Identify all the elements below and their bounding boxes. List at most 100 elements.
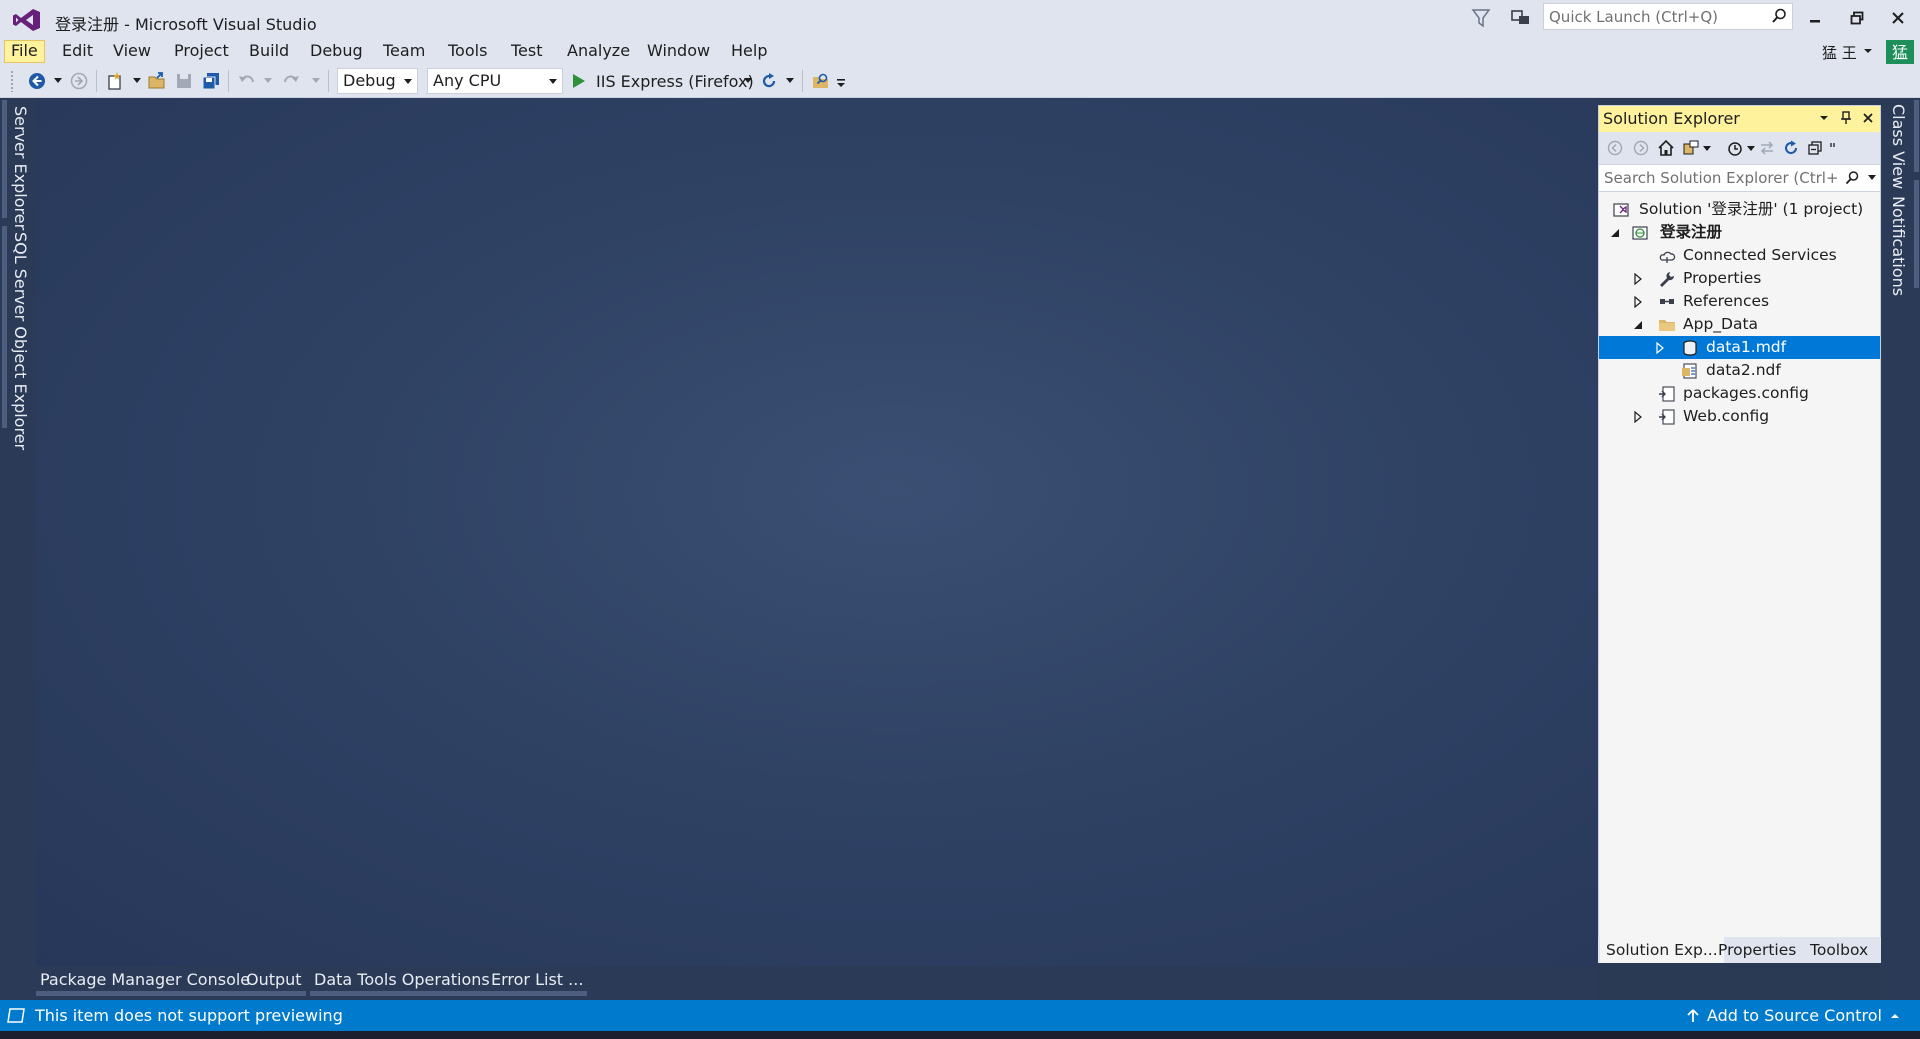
menu-build[interactable]: Build xyxy=(243,40,295,63)
menu-test[interactable]: Test xyxy=(505,40,549,63)
collapsed-triangle-icon[interactable] xyxy=(1632,296,1644,308)
solution-explorer-header[interactable]: Solution Explorer xyxy=(1599,106,1880,132)
new-project-button[interactable] xyxy=(104,70,126,92)
tab-output[interactable]: Output xyxy=(242,968,306,996)
solution-explorer-search[interactable] xyxy=(1599,164,1880,192)
se-pending-changes-filter-button[interactable] xyxy=(1725,139,1745,157)
quick-launch[interactable] xyxy=(1543,3,1793,30)
collapsed-triangle-icon[interactable] xyxy=(1654,342,1666,354)
expanded-triangle-icon[interactable] xyxy=(1609,227,1621,239)
search-icon[interactable] xyxy=(1770,7,1788,25)
data-file-icon xyxy=(1682,363,1697,379)
collapsed-triangle-icon[interactable] xyxy=(1632,273,1644,285)
save-all-button[interactable] xyxy=(200,70,222,92)
tree-item-properties[interactable]: Properties xyxy=(1599,267,1880,290)
tree-item-project[interactable]: 登录注册 xyxy=(1599,221,1880,244)
start-debugging-button[interactable]: IIS Express (Firefox) xyxy=(572,68,754,94)
tree-item-label: 登录注册 xyxy=(1660,223,1723,241)
add-to-source-control-button[interactable]: Add to Source Control xyxy=(1687,1006,1900,1025)
browser-link-refresh-button[interactable] xyxy=(758,70,780,92)
tab-notifications[interactable]: Notifications xyxy=(1889,196,1908,296)
se-home-button[interactable] xyxy=(1656,139,1676,157)
expanded-triangle-icon[interactable] xyxy=(1632,319,1644,331)
feedback-icon[interactable] xyxy=(1508,6,1534,30)
menu-team[interactable]: Team xyxy=(377,40,431,63)
toolbar-separator xyxy=(96,70,97,92)
se-refresh-button[interactable] xyxy=(1781,139,1801,157)
status-message: This item does not support previewing xyxy=(35,1006,343,1025)
tree-item-packages-config[interactable]: packages.config xyxy=(1599,382,1880,405)
solution-configuration-select[interactable]: Debug xyxy=(337,68,418,94)
menu-debug[interactable]: Debug xyxy=(304,40,369,63)
menu-project[interactable]: Project xyxy=(168,40,235,63)
menu-tools[interactable]: Tools xyxy=(442,40,493,63)
tab-class-view[interactable]: Class View xyxy=(1889,104,1908,189)
navigate-back-button[interactable] xyxy=(26,70,48,92)
chevron-down-icon[interactable] xyxy=(744,78,752,84)
chevron-down-icon[interactable] xyxy=(133,78,141,84)
restore-button[interactable] xyxy=(1839,4,1875,32)
collapsed-triangle-icon[interactable] xyxy=(1632,411,1644,423)
redo-button[interactable] xyxy=(280,70,302,92)
se-switch-views-button[interactable] xyxy=(1681,139,1701,157)
tree-item-solution[interactable]: Solution '登录注册' (1 project) xyxy=(1599,198,1880,221)
menu-file[interactable]: File xyxy=(4,40,45,63)
tab-data-tools-operations[interactable]: Data Tools Operations xyxy=(310,968,494,996)
toolbar-grip[interactable] xyxy=(10,70,14,92)
save-button[interactable] xyxy=(173,70,195,92)
chevron-down-icon[interactable] xyxy=(312,78,320,84)
auto-hide-button[interactable] xyxy=(1839,111,1853,125)
navigate-forward-button[interactable] xyxy=(68,70,90,92)
se-collapse-all-button[interactable] xyxy=(1805,139,1825,157)
tree-item-references[interactable]: References xyxy=(1599,290,1880,313)
close-window-button[interactable] xyxy=(1880,4,1916,32)
undo-button[interactable] xyxy=(236,70,258,92)
toolbar-overflow-button[interactable] xyxy=(834,70,848,92)
tab-properties[interactable]: Properties xyxy=(1712,937,1802,963)
tab-sql-server-object-explorer[interactable]: SQL Server Object Explorer xyxy=(11,232,30,450)
user-name[interactable]: 猛 王 xyxy=(1822,42,1857,63)
tab-solution-explorer[interactable]: Solution Exp... xyxy=(1600,937,1724,963)
menu-view[interactable]: View xyxy=(107,40,157,63)
window-position-button[interactable] xyxy=(1817,111,1831,125)
filter-icon[interactable] xyxy=(1468,6,1494,30)
se-forward-button[interactable] xyxy=(1631,139,1651,157)
tree-item-connected-services[interactable]: Connected Services xyxy=(1599,244,1880,267)
notifications-tab-indicator xyxy=(1914,180,1919,288)
tree-item-web-config[interactable]: Web.config xyxy=(1599,405,1880,428)
tree-item-app-data[interactable]: App_Data xyxy=(1599,313,1880,336)
tree-item-data2-ndf[interactable]: data2.ndf xyxy=(1599,359,1880,382)
close-panel-button[interactable] xyxy=(1861,111,1875,125)
search-icon[interactable] xyxy=(1844,170,1860,186)
chevron-down-icon[interactable] xyxy=(1703,146,1711,152)
find-in-files-button[interactable] xyxy=(810,70,832,92)
chevron-down-icon[interactable] xyxy=(1863,47,1873,55)
chevron-down-icon[interactable] xyxy=(786,78,794,84)
menu-edit[interactable]: Edit xyxy=(56,40,99,63)
se-sync-button[interactable] xyxy=(1757,139,1777,157)
chevron-down-icon[interactable] xyxy=(1747,146,1755,152)
quick-launch-input[interactable] xyxy=(1544,4,1759,29)
solution-explorer-toolbar xyxy=(1599,132,1880,164)
solution-platform-select[interactable]: Any CPU xyxy=(427,68,563,94)
solution-explorer-search-input[interactable] xyxy=(1599,165,1839,191)
tab-package-manager-console[interactable]: Package Manager Console xyxy=(36,968,255,996)
menu-help[interactable]: Help xyxy=(725,40,773,63)
menu-window[interactable]: Window xyxy=(641,40,716,63)
restore-icon xyxy=(1850,11,1864,25)
chevron-down-icon[interactable] xyxy=(1868,175,1876,181)
save-all-icon xyxy=(202,73,219,90)
tree-item-data1-mdf[interactable]: data1.mdf xyxy=(1599,336,1880,359)
minimize-button[interactable] xyxy=(1797,4,1833,32)
menu-analyze[interactable]: Analyze xyxy=(561,40,636,63)
se-back-button[interactable] xyxy=(1605,139,1625,157)
solution-explorer-panel: Solution Explorer Search Solution Explor… xyxy=(1598,105,1881,963)
open-file-button[interactable] xyxy=(146,70,168,92)
tab-error-list[interactable]: Error List ... xyxy=(487,968,588,996)
tab-server-explorer[interactable]: Server Explorer xyxy=(11,106,30,230)
avatar[interactable]: 猛 xyxy=(1886,40,1914,66)
se-toolbar-overflow-button[interactable] xyxy=(1828,139,1840,157)
tab-toolbox[interactable]: Toolbox xyxy=(1804,937,1874,963)
chevron-down-icon[interactable] xyxy=(54,78,62,84)
chevron-down-icon[interactable] xyxy=(264,78,272,84)
